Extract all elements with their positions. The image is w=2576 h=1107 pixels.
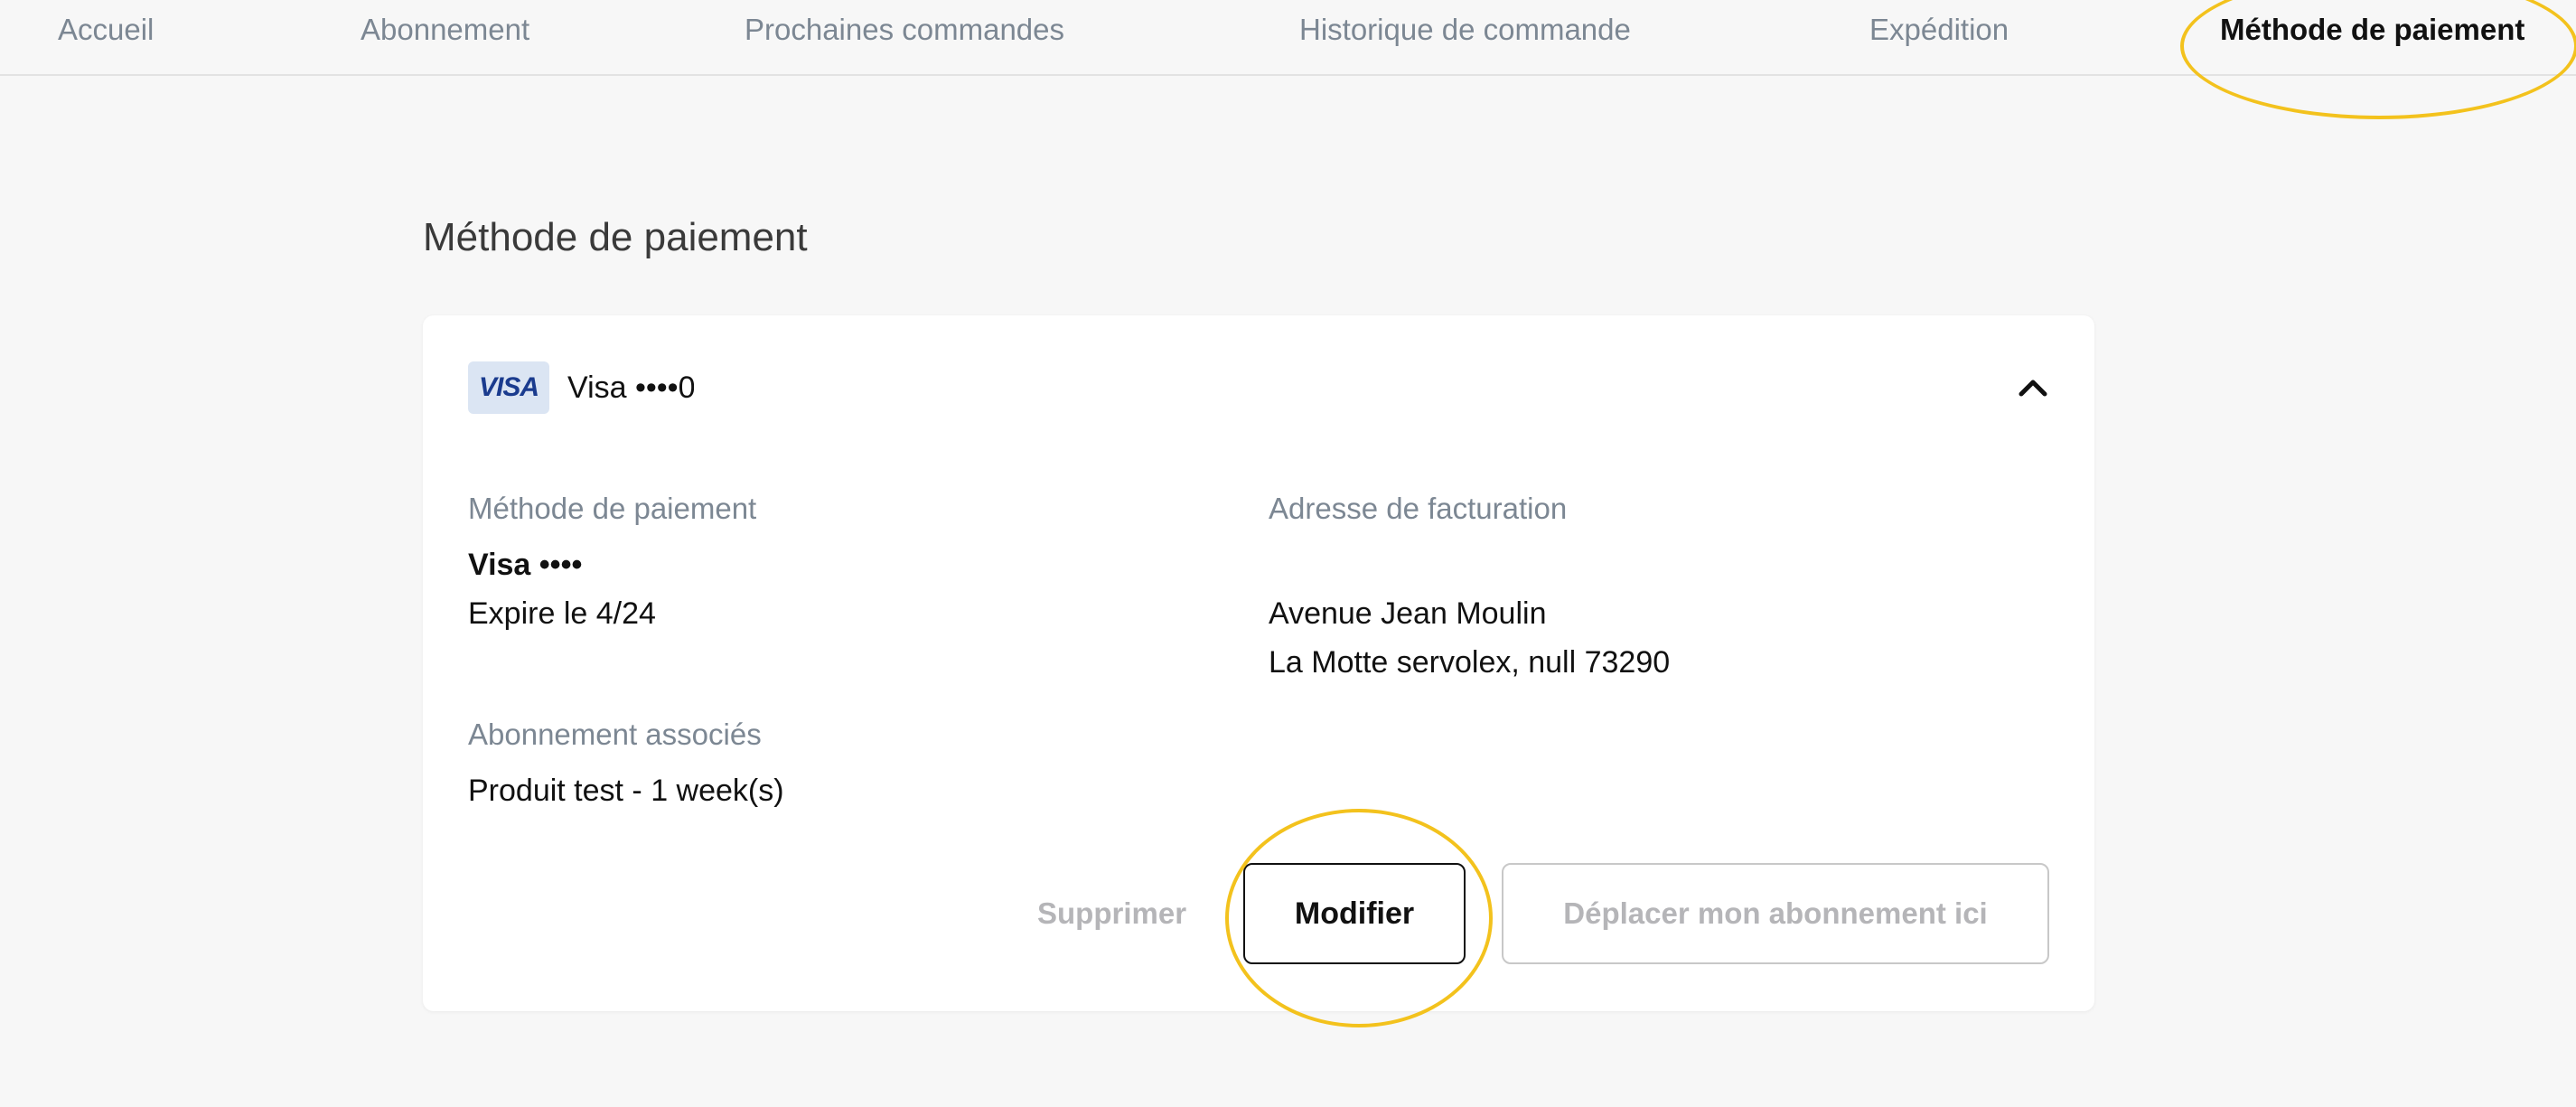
visa-logo: VISA xyxy=(468,361,549,414)
subscription-item: Produit test - 1 week(s) xyxy=(468,774,784,808)
payment-method-label: Méthode de paiement xyxy=(468,492,757,525)
billing-address-line2: La Motte servolex, null 73290 xyxy=(1269,645,1671,680)
top-navigation: Accueil Abonnement Prochaines commandes … xyxy=(0,0,2576,76)
subscriptions-label: Abonnement associés xyxy=(468,718,762,751)
billing-address-line1: Avenue Jean Moulin xyxy=(1269,596,1547,631)
card-header[interactable]: VISA Visa ••••0 xyxy=(468,361,694,415)
chevron-up-icon[interactable] xyxy=(2017,371,2049,404)
card-expiry: Expire le 4/24 xyxy=(468,596,656,631)
nav-item-methode-de-paiement[interactable]: Méthode de paiement xyxy=(2220,13,2524,47)
delete-button[interactable]: Supprimer xyxy=(1037,863,1186,964)
nav-item-expedition[interactable]: Expédition xyxy=(1869,13,2009,47)
billing-address-label: Adresse de facturation xyxy=(1269,492,1568,525)
nav-item-accueil[interactable]: Accueil xyxy=(58,13,154,47)
page-title: Méthode de paiement xyxy=(423,215,808,259)
move-subscription-button[interactable]: Déplacer mon abonnement ici xyxy=(1502,863,2049,964)
card-header-label: Visa ••••0 xyxy=(567,370,694,405)
payment-method-card: VISA Visa ••••0 Méthode de paiement Visa… xyxy=(423,315,2094,1011)
modify-button[interactable]: Modifier xyxy=(1243,863,1466,964)
nav-item-abonnement[interactable]: Abonnement xyxy=(361,13,529,47)
nav-item-prochaines-commandes[interactable]: Prochaines commandes xyxy=(745,13,1064,47)
card-name: Visa •••• xyxy=(468,548,583,582)
page: Accueil Abonnement Prochaines commandes … xyxy=(0,0,2576,1107)
nav-item-historique-de-commande[interactable]: Historique de commande xyxy=(1299,13,1631,47)
